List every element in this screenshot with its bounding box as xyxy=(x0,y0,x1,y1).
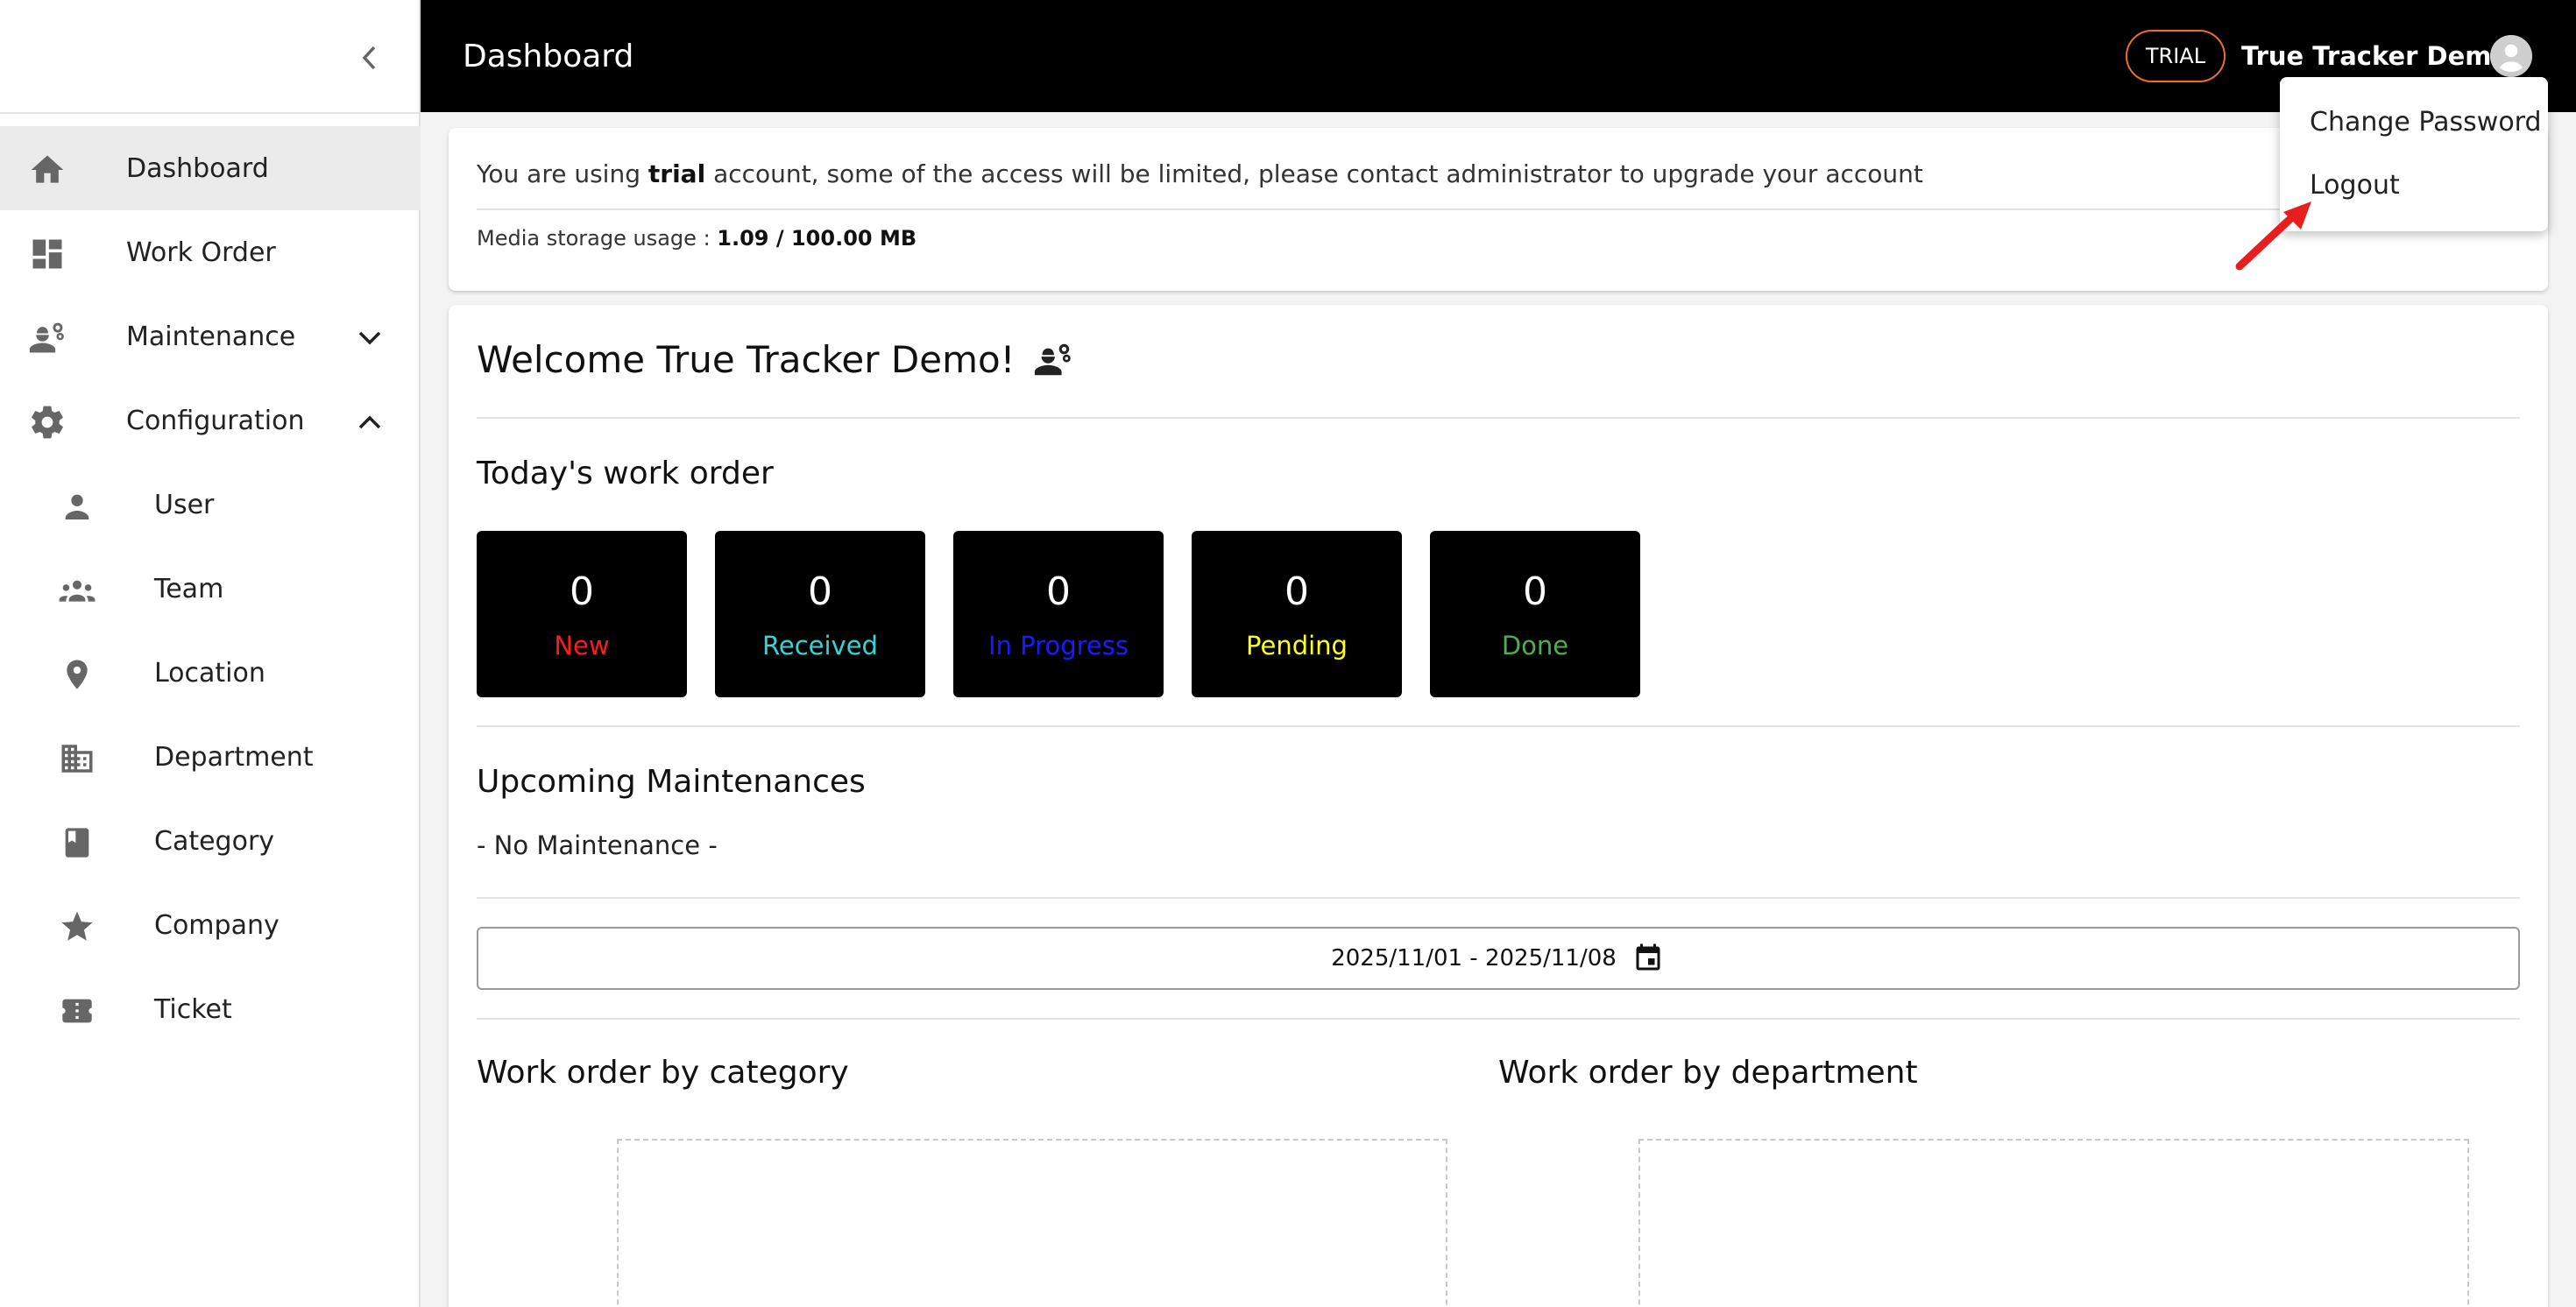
stat-card-done[interactable]: 0 Done xyxy=(1430,531,1640,697)
stat-count: 0 xyxy=(1523,569,1547,614)
sidebar-nav: Dashboard Work Order Maintenance Configu… xyxy=(0,126,421,1051)
stat-label: In Progress xyxy=(988,631,1129,661)
trial-notice-text: You are using trial account, some of the… xyxy=(477,159,1923,188)
dashboard-card: Welcome True Tracker Demo! Today's work … xyxy=(449,305,2548,1307)
calendar-icon xyxy=(1632,942,1666,975)
stat-card-new[interactable]: 0 New xyxy=(477,531,687,697)
sidebar-item-label: Configuration xyxy=(126,405,305,436)
storage-usage: Media storage usage : 1.09 / 100.00 MB xyxy=(477,226,916,251)
storage-value: 1.09 / 100.00 MB xyxy=(717,226,917,251)
sidebar-header xyxy=(0,0,419,114)
category-chart-area xyxy=(617,1139,1447,1307)
sidebar-item-label: Location xyxy=(154,657,265,689)
storage-label: Media storage usage : xyxy=(477,226,718,251)
no-maintenance-text: - No Maintenance - xyxy=(477,830,718,860)
work-order-by-department-title: Work order by department xyxy=(1498,1055,1918,1091)
sidebar-item-department[interactable]: Department xyxy=(0,715,421,799)
sidebar-item-maintenance[interactable]: Maintenance xyxy=(0,294,421,378)
stat-count: 0 xyxy=(1046,569,1071,614)
stat-count: 0 xyxy=(808,569,832,614)
stat-label: Received xyxy=(762,631,878,661)
building-icon xyxy=(58,739,96,778)
sidebar-item-configuration[interactable]: Configuration xyxy=(0,378,421,463)
divider xyxy=(477,417,2520,419)
dashboard-grid-icon xyxy=(28,235,67,273)
annotation-arrow-icon xyxy=(2235,201,2311,271)
worker-gear-icon xyxy=(1033,339,1075,381)
upcoming-maintenances-title: Upcoming Maintenances xyxy=(477,764,866,800)
divider xyxy=(477,725,2520,727)
work-order-by-category-title: Work order by category xyxy=(477,1055,849,1091)
location-pin-icon xyxy=(58,655,96,694)
sidebar: Dashboard Work Order Maintenance Configu… xyxy=(0,0,421,1307)
date-range-picker[interactable]: 2025/11/01 - 2025/11/08 xyxy=(477,927,2520,990)
sidebar-item-company[interactable]: Company xyxy=(0,883,421,967)
star-icon xyxy=(58,908,96,946)
sidebar-item-label: Department xyxy=(154,741,314,773)
sidebar-item-team[interactable]: Team xyxy=(0,547,421,631)
sidebar-item-dashboard[interactable]: Dashboard xyxy=(0,126,421,210)
stat-label: Done xyxy=(1501,631,1569,661)
worker-gear-icon xyxy=(28,319,67,357)
menu-item-change-password[interactable]: Change Password xyxy=(2280,91,2548,152)
sidebar-item-label: Team xyxy=(154,573,224,604)
sidebar-item-label: Category xyxy=(154,825,275,857)
stat-label: New xyxy=(554,631,610,661)
date-range-value: 2025/11/01 - 2025/11/08 xyxy=(1331,945,1617,971)
notice-suffix: account, some of the access will be limi… xyxy=(705,159,1923,188)
todays-work-order-title: Today's work order xyxy=(477,456,774,491)
page-title: Dashboard xyxy=(463,38,634,74)
sidebar-item-label: Maintenance xyxy=(126,321,296,352)
ticket-icon xyxy=(58,992,96,1030)
account-type: trial xyxy=(648,159,706,188)
person-icon xyxy=(58,487,96,526)
stat-card-received[interactable]: 0 Received xyxy=(715,531,925,697)
stat-count: 0 xyxy=(570,569,594,614)
sidebar-item-work-order[interactable]: Work Order xyxy=(0,210,421,294)
top-bar: Dashboard TRIAL True Tracker Demo xyxy=(421,0,2576,112)
gear-icon xyxy=(28,403,67,442)
sidebar-item-category[interactable]: Category xyxy=(0,799,421,883)
chevron-down-icon xyxy=(352,321,387,356)
divider xyxy=(477,208,2520,210)
sidebar-item-label: User xyxy=(154,489,215,520)
avatar[interactable] xyxy=(2490,35,2532,77)
notice-prefix: You are using xyxy=(477,159,648,188)
sidebar-item-label: Company xyxy=(154,909,280,941)
home-icon xyxy=(28,151,67,189)
stat-card-in-progress[interactable]: 0 In Progress xyxy=(953,531,1164,697)
stat-card-pending[interactable]: 0 Pending xyxy=(1192,531,1402,697)
welcome-heading: Welcome True Tracker Demo! xyxy=(477,338,1075,381)
sidebar-collapse-button[interactable] xyxy=(350,39,389,77)
trial-badge: TRIAL xyxy=(2126,30,2226,82)
welcome-text: Welcome True Tracker Demo! xyxy=(477,338,1016,381)
sidebar-item-ticket[interactable]: Ticket xyxy=(0,967,421,1051)
account-circle-icon xyxy=(2490,35,2532,77)
book-icon xyxy=(58,823,96,862)
sidebar-item-location[interactable]: Location xyxy=(0,631,421,715)
stat-label: Pending xyxy=(1246,631,1348,661)
department-chart-area xyxy=(1638,1139,2469,1307)
chevron-left-icon xyxy=(362,46,376,70)
divider xyxy=(477,897,2520,899)
group-icon xyxy=(58,571,96,610)
sidebar-item-label: Dashboard xyxy=(126,152,269,184)
stat-count: 0 xyxy=(1284,569,1309,614)
sidebar-item-user[interactable]: User xyxy=(0,463,421,547)
chevron-up-icon xyxy=(352,405,387,440)
sidebar-item-label: Work Order xyxy=(126,237,276,268)
sidebar-item-label: Ticket xyxy=(154,993,232,1025)
divider xyxy=(477,1018,2520,1020)
